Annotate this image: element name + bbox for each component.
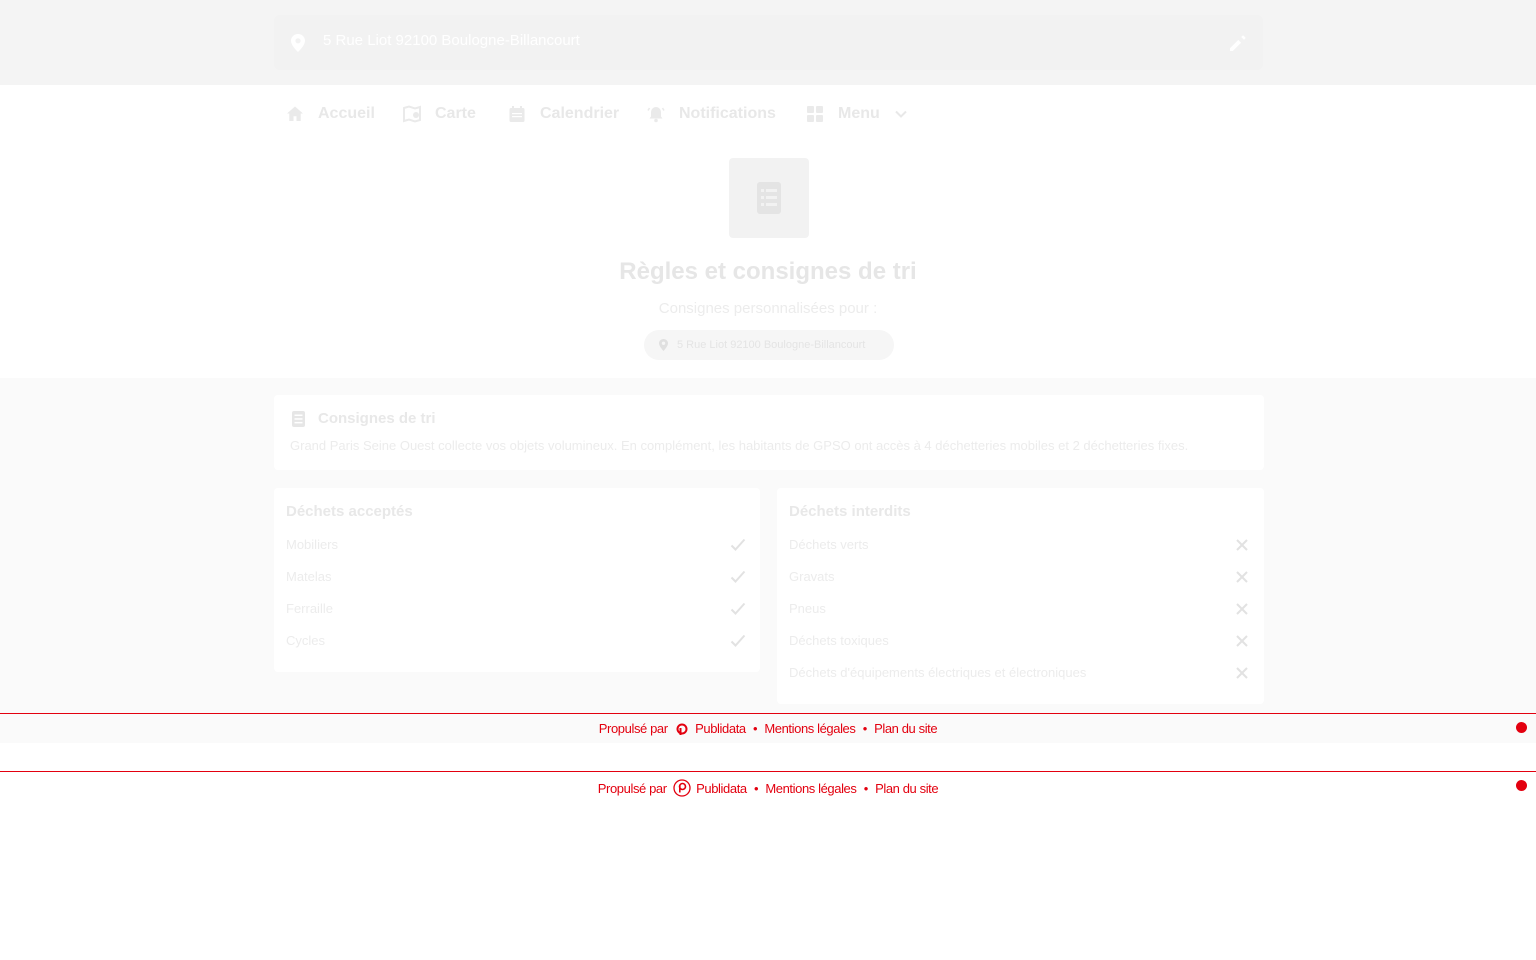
- list-item-label: Matelas: [286, 569, 332, 584]
- footer-links: Propulsé par Publidata • Mentions légale…: [0, 721, 1536, 736]
- info-title: Consignes de tri: [318, 410, 436, 427]
- forbidden-title: Déchets interdits: [789, 503, 911, 520]
- list-item: Gravats: [789, 567, 1251, 587]
- page-title: Règles et consignes de tri: [619, 258, 917, 285]
- nav-item-calendrier[interactable]: Calendrier: [508, 103, 619, 125]
- map-pin-icon: [659, 339, 668, 351]
- list-item-label: Cycles: [286, 633, 326, 648]
- close-icon: [1236, 667, 1248, 679]
- hero-icon-box: [729, 158, 809, 238]
- map-icon: [403, 105, 421, 123]
- nav-item-accueil[interactable]: Accueil: [286, 103, 375, 125]
- check-icon: [730, 570, 746, 583]
- footer-links: Propulsé par Publidata • Mentions légale…: [0, 779, 1536, 797]
- nav-label: Menu: [838, 105, 880, 122]
- list-item: Mobiliers: [286, 535, 748, 555]
- nav-label: Notifications: [679, 105, 776, 122]
- check-icon: [730, 634, 746, 647]
- list-item: Matelas: [286, 567, 748, 587]
- nav-item-notifications[interactable]: Notifications: [647, 103, 776, 125]
- address-text: 5 Rue Liot 92100 Boulogne-Billancourt: [323, 32, 580, 49]
- forbidden-waste-card: Déchets interdits Déchets verts Gravats …: [777, 488, 1264, 704]
- list-item: Déchets d'équipements électriques et éle…: [789, 663, 1251, 683]
- list-item-label: Mobiliers: [286, 537, 339, 552]
- status-dot: [1516, 722, 1527, 733]
- close-icon: [1236, 603, 1248, 615]
- footer-separator: •: [753, 781, 759, 796]
- footer-separator: •: [752, 721, 758, 736]
- list-item: Déchets verts: [789, 535, 1251, 555]
- document-list-icon: [757, 182, 781, 214]
- list-item-label: Déchets verts: [789, 537, 869, 552]
- nav-item-menu[interactable]: Menu: [806, 103, 908, 125]
- sorting-info-card: Consignes de tri Grand Paris Seine Ouest…: [274, 395, 1264, 470]
- powered-by-label: Propulsé par: [598, 721, 668, 736]
- check-icon: [730, 538, 746, 551]
- address-chip-text: 5 Rue Liot 92100 Boulogne-Billancourt: [677, 339, 866, 351]
- address-header: 5 Rue Liot 92100 Boulogne-Billancourt: [0, 0, 1536, 85]
- sitemap-link[interactable]: Plan du site: [874, 721, 938, 736]
- close-icon: [1236, 635, 1248, 647]
- list-item-label: Ferraille: [286, 601, 333, 616]
- footer-duplicate: Propulsé par Publidata • Mentions légale…: [0, 771, 1536, 801]
- close-icon: [1236, 571, 1248, 583]
- accepted-title: Déchets acceptés: [286, 503, 413, 520]
- footer-separator: •: [862, 721, 868, 736]
- chevron-down-icon: [895, 110, 907, 118]
- publidata-link[interactable]: Publidata: [695, 721, 746, 736]
- nav-label: Carte: [435, 105, 476, 122]
- footer: Propulsé par Publidata • Mentions légale…: [0, 713, 1536, 743]
- page-subtitle: Consignes personnalisées pour :: [658, 300, 878, 317]
- address-bar[interactable]: 5 Rue Liot 92100 Boulogne-Billancourt: [274, 15, 1263, 70]
- calendar-icon: [509, 106, 525, 122]
- legal-notice-link[interactable]: Mentions légales: [765, 781, 857, 796]
- list-item-label: Déchets d'équipements électriques et éle…: [789, 665, 1087, 680]
- list-item: Cycles: [286, 631, 748, 651]
- address-chip: 5 Rue Liot 92100 Boulogne-Billancourt: [644, 330, 894, 360]
- powered-by-label: Propulsé par: [597, 781, 667, 796]
- check-icon: [730, 602, 746, 615]
- accepted-waste-card: Déchets acceptés Mobiliers Matelas Ferra…: [274, 488, 760, 672]
- footer-separator: •: [863, 781, 869, 796]
- publidata-logo-icon: [676, 723, 688, 735]
- publidata-logo-icon: [673, 779, 691, 797]
- main-nav: Accueil Carte Calendrier Notifications M…: [0, 85, 1536, 142]
- map-pin-icon: [291, 34, 305, 52]
- document-list-icon: [292, 411, 305, 427]
- sitemap-link[interactable]: Plan du site: [875, 781, 939, 796]
- nav-label: Calendrier: [540, 105, 620, 122]
- page-hero: Règles et consignes de tri Consignes per…: [0, 142, 1536, 378]
- list-item-label: Déchets toxiques: [789, 633, 889, 648]
- list-item-label: Pneus: [789, 601, 826, 616]
- info-description: Grand Paris Seine Ouest collecte vos obj…: [290, 438, 1189, 453]
- list-item: Pneus: [789, 599, 1251, 619]
- list-item-label: Gravats: [789, 569, 835, 584]
- nav-item-carte[interactable]: Carte: [403, 103, 476, 125]
- nav-label: Accueil: [318, 105, 375, 122]
- publidata-link[interactable]: Publidata: [696, 781, 747, 796]
- close-icon: [1236, 539, 1248, 551]
- list-item: Ferraille: [286, 599, 748, 619]
- home-icon: [287, 106, 303, 121]
- grid-icon: [807, 106, 823, 122]
- pencil-icon[interactable]: [1229, 34, 1247, 52]
- legal-notice-link[interactable]: Mentions légales: [764, 721, 856, 736]
- status-dot: [1516, 780, 1527, 791]
- list-item: Déchets toxiques: [789, 631, 1251, 651]
- bell-icon: [647, 107, 665, 123]
